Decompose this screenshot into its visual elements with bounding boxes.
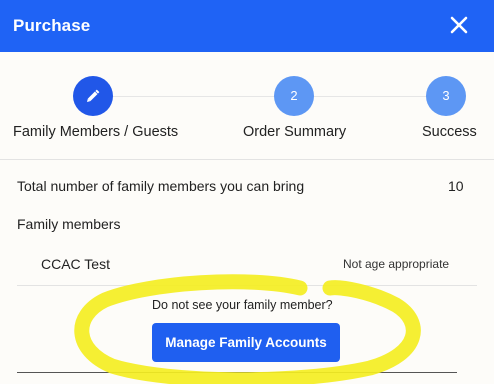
family-members-heading: Family members xyxy=(17,216,121,232)
missing-member-note: Do not see your family member? xyxy=(152,298,333,312)
step-2-label: Order Summary xyxy=(243,124,347,140)
bottom-divider xyxy=(17,372,457,373)
stepper-divider xyxy=(0,159,494,160)
step-3-circle: 3 xyxy=(426,76,466,116)
step-3-label: Success xyxy=(422,124,477,140)
member-status: Not age appropriate xyxy=(343,257,450,271)
step-1-circle xyxy=(73,76,113,116)
pencil-icon xyxy=(86,89,100,103)
dialog-title: Purchase xyxy=(13,16,91,35)
member-name: CCAC Test xyxy=(41,256,110,272)
step-1-label: Family Members / Guests xyxy=(13,124,179,140)
manage-family-accounts-button[interactable]: Manage Family Accounts xyxy=(152,323,340,362)
total-members-value: 10 xyxy=(448,178,464,194)
step-2-circle: 2 xyxy=(274,76,314,116)
stepper-line xyxy=(93,96,445,97)
close-icon[interactable] xyxy=(446,12,472,38)
dialog-header: Purchase xyxy=(0,0,494,52)
total-members-label: Total number of family members you can b… xyxy=(17,178,305,194)
list-divider xyxy=(17,285,477,286)
